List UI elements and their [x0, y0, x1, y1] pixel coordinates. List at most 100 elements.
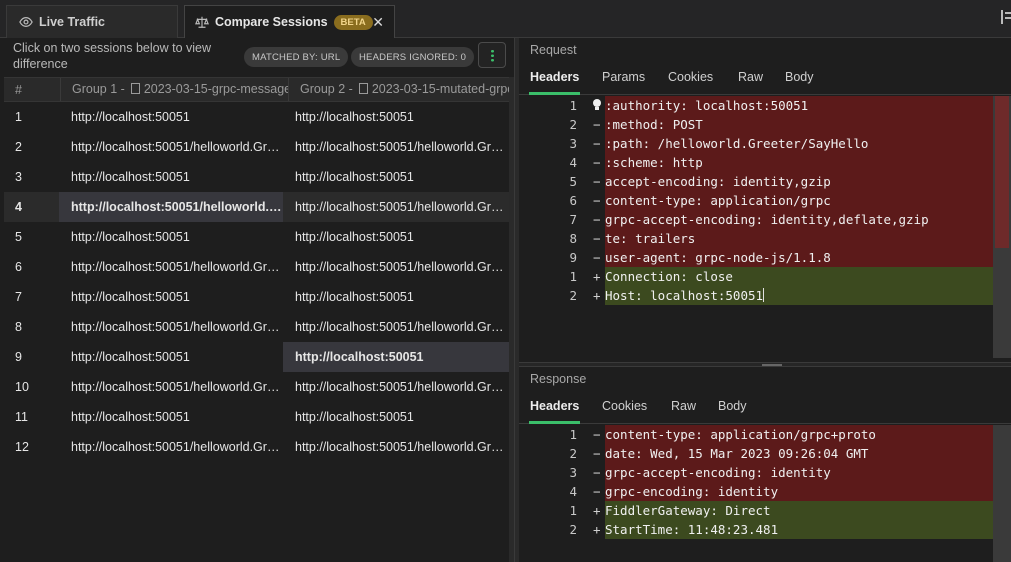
tab-live-traffic-label: Live Traffic: [39, 15, 105, 29]
close-icon[interactable]: ✕: [372, 14, 384, 31]
group2-file: 2023-03-15-mutated-grpc: [371, 82, 509, 96]
deleted-line: 3 −:path: /helloworld.Greeter/SayHello: [519, 134, 1011, 153]
deleted-line: 2 −:method: POST: [519, 115, 1011, 134]
diff-marker: −: [593, 193, 601, 208]
kebab-icon: [490, 48, 494, 62]
tab-bar: Live Traffic Compare Sessions BETA ✕: [0, 0, 1011, 38]
group1-cell[interactable]: http://localhost:50051/helloworld.Greete…: [59, 372, 283, 402]
file-icon: [358, 83, 368, 94]
inserted-line: 2 + StartTime: 11:48:23.481: [519, 520, 1011, 539]
table-row[interactable]: 1 http://localhost:50051 http://localhost:…: [4, 102, 509, 132]
matched-by-chip[interactable]: MATCHED BY: URL: [244, 47, 349, 67]
group2-cell[interactable]: http://localhost:50051: [283, 102, 509, 132]
group2-cell[interactable]: http://localhost:50051: [283, 222, 509, 252]
tab-request-body[interactable]: Body: [785, 70, 814, 84]
group2-cell[interactable]: http://localhost:50051/helloworld.Greete…: [283, 432, 509, 462]
response-diff-editor[interactable]: 1− content-type: application/grpc+proto 2−…: [519, 425, 1011, 539]
table-row[interactable]: 8 http://localhost:50051/helloworld.Greet…: [4, 312, 509, 342]
group2-cell[interactable]: http://localhost:50051: [283, 162, 509, 192]
group1-cell[interactable]: http://localhost:50051: [59, 102, 283, 132]
group2-cell[interactable]: http://localhost:50051: [283, 342, 509, 372]
group2-cell[interactable]: http://localhost:50051/helloworld.Greete…: [283, 312, 509, 342]
deleted-line: 4 −:scheme: http: [519, 153, 1011, 172]
group1-cell[interactable]: http://localhost:50051: [59, 222, 283, 252]
group1-cell[interactable]: http://localhost:50051: [59, 162, 283, 192]
tab-response-raw[interactable]: Raw: [671, 399, 696, 413]
group2-cell[interactable]: http://localhost:50051/helloworld.Greete…: [283, 252, 509, 282]
column-group-2[interactable]: Group 2 - 2023-03-15-mutated-grpc: [288, 78, 509, 101]
lightbulb-icon[interactable]: [592, 99, 602, 111]
group2-cell[interactable]: http://localhost:50051/helloworld.Greete…: [283, 192, 509, 222]
tab-response-cookies[interactable]: Cookies: [602, 399, 647, 413]
line-text: content-type: application/grpc+proto: [605, 425, 993, 444]
line-text: Host: localhost:50051: [605, 286, 993, 305]
tab-request-headers[interactable]: Headers: [528, 70, 581, 95]
line-number: 8: [569, 231, 577, 246]
group1-cell[interactable]: http://localhost:50051/helloworld.Greete…: [59, 312, 283, 342]
tab-compare-sessions[interactable]: Compare Sessions BETA ✕: [184, 5, 395, 38]
row-number: 3: [15, 170, 22, 184]
request-diff-editor[interactable]: 1:authority: localhost:50051 2−:method: P…: [519, 96, 1011, 305]
group2-cell[interactable]: http://localhost:50051: [283, 402, 509, 432]
tab-response-headers[interactable]: Headers: [528, 399, 581, 424]
line-text: :scheme: http: [605, 153, 993, 172]
inserted-line: 1 + FiddlerGateway: Direct: [519, 501, 1011, 520]
inserted-line: 1 + Connection: close: [519, 267, 1011, 286]
layout-icon[interactable]: [1001, 10, 1011, 24]
row-number: 2: [15, 140, 22, 154]
diff-overview-ruler[interactable]: [993, 96, 1011, 358]
line-text: StartTime: 11:48:23.481: [605, 520, 993, 539]
deleted-line: 1:authority: localhost:50051: [519, 96, 1011, 115]
deleted-line: 8 − te: trailers: [519, 229, 1011, 248]
group1-cell[interactable]: http://localhost:50051: [59, 342, 283, 372]
group2-cell[interactable]: http://localhost:50051/helloworld.Greete…: [283, 372, 509, 402]
group1-cell[interactable]: http://localhost:50051/helloworld.Greete…: [59, 192, 283, 222]
table-row[interactable]: 10 http://localhost:50051/helloworld.Gree…: [4, 372, 509, 402]
headers-ignored-chip[interactable]: HEADERS IGNORED: 0: [351, 47, 475, 67]
group2-cell[interactable]: http://localhost:50051: [283, 282, 509, 312]
table-row[interactable]: 2 http://localhost:50051/helloworld.Greet…: [4, 132, 509, 162]
diff-overview-ruler[interactable]: [993, 425, 1011, 562]
line-text: te: trailers: [605, 229, 993, 248]
group1-cell[interactable]: http://localhost:50051: [59, 282, 283, 312]
table-row[interactable]: 12 http://localhost:50051/helloworld.Gree…: [4, 432, 509, 462]
line-number: 2: [569, 522, 577, 537]
line-number: 1: [569, 427, 577, 442]
group2-cell[interactable]: http://localhost:50051/helloworld.Greete…: [283, 132, 509, 162]
line-text: grpc-accept-encoding: identity: [605, 463, 993, 482]
column-number[interactable]: #: [15, 83, 22, 97]
row-number: 1: [15, 110, 22, 124]
table-row[interactable]: 4 http://localhost:50051/helloworld.Greet…: [4, 192, 509, 222]
row-number: 7: [15, 290, 22, 304]
line-number: 2: [569, 446, 577, 461]
table-row[interactable]: 3 http://localhost:50051 http://localhost:…: [4, 162, 509, 192]
tab-request-cookies[interactable]: Cookies: [668, 70, 713, 84]
more-options-button[interactable]: [478, 42, 506, 68]
tab-request-raw[interactable]: Raw: [738, 70, 763, 84]
sessions-grid-header: # Group 1 - 2023-03-15-grpc-messages Grou…: [4, 77, 509, 102]
table-row[interactable]: 7 http://localhost:50051 http://localhost:…: [4, 282, 509, 312]
table-row[interactable]: 6 http://localhost:50051/helloworld.Greet…: [4, 252, 509, 282]
table-row[interactable]: 5 http://localhost:50051 http://localhost:…: [4, 222, 509, 252]
line-text: grpc-accept-encoding: identity,deflate,g…: [605, 210, 993, 229]
table-row[interactable]: 9 http://localhost:50051 http://localhost:…: [4, 342, 509, 372]
diff-marker: −: [593, 484, 601, 499]
tab-request-params[interactable]: Params: [602, 70, 645, 84]
group1-cell[interactable]: http://localhost:50051: [59, 402, 283, 432]
tab-response-body[interactable]: Body: [718, 399, 747, 413]
tab-live-traffic[interactable]: Live Traffic: [6, 5, 178, 38]
group1-cell[interactable]: http://localhost:50051/helloworld.Greete…: [59, 252, 283, 282]
line-number: 2: [569, 288, 577, 303]
group1-prefix: Group 1 -: [72, 82, 125, 96]
table-row[interactable]: 11 http://localhost:50051 http://localhost…: [4, 402, 509, 432]
beta-badge: BETA: [333, 14, 373, 30]
compare-hint: Click on two sessions below to view diff…: [13, 41, 211, 71]
group1-cell[interactable]: http://localhost:50051/helloworld.Greete…: [59, 432, 283, 462]
row-number: 11: [15, 410, 28, 424]
row-number: 8: [15, 320, 22, 334]
line-text: content-type: application/grpc: [605, 191, 993, 210]
line-text: accept-encoding: identity,gzip: [605, 172, 993, 191]
group1-cell[interactable]: http://localhost:50051/helloworld.Greete…: [59, 132, 283, 162]
column-group-1[interactable]: Group 1 - 2023-03-15-grpc-messages: [60, 78, 288, 101]
eye-icon: [19, 17, 33, 27]
